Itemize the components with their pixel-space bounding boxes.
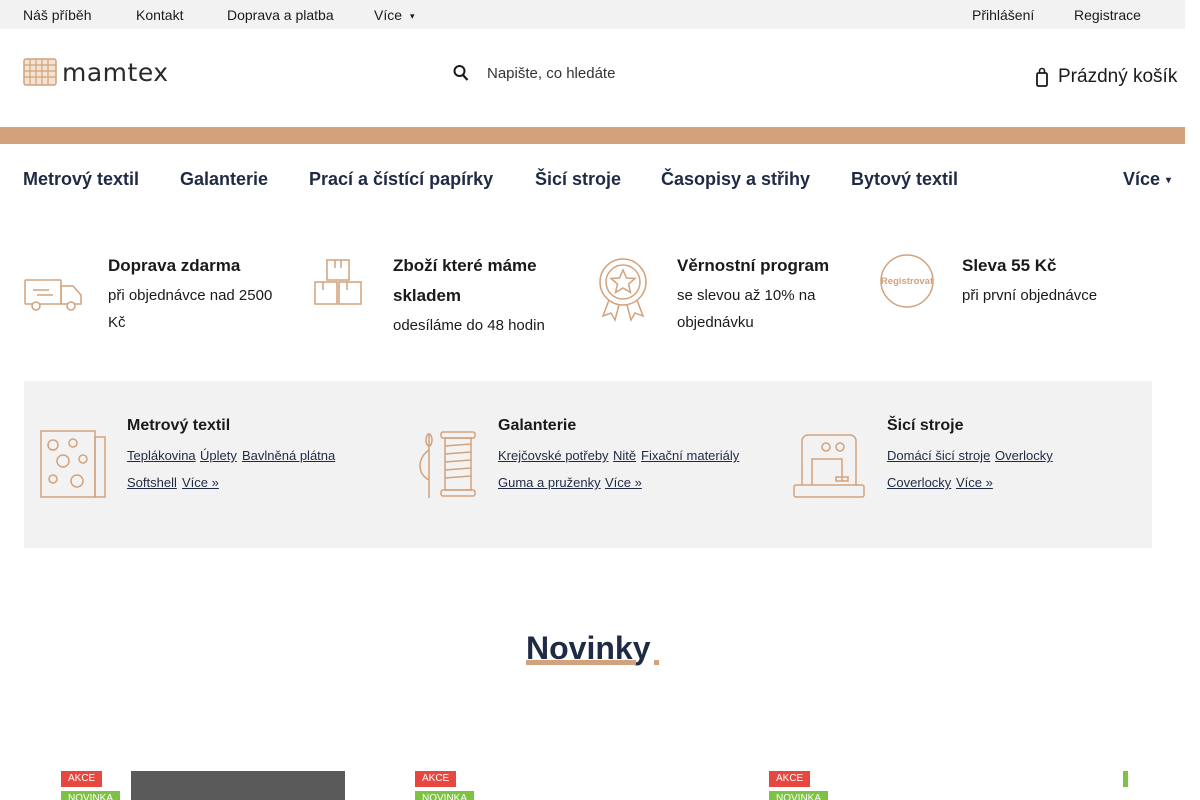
category-title-metrovy[interactable]: Metrový textil <box>127 417 230 435</box>
nav-item-metrovy-textil[interactable]: Metrový textil <box>23 169 139 190</box>
badge-novinka: NOVINKA <box>415 791 475 800</box>
nav-item-sici-stroje[interactable]: Šicí stroje <box>535 169 621 190</box>
benefit-sub-shipping-2: Kč <box>108 314 126 331</box>
boxes-icon <box>314 259 362 305</box>
benefit-sub-stock: odesíláme do 48 hodin <box>393 317 545 334</box>
nav-item-bytovy-textil[interactable]: Bytový textil <box>851 169 958 190</box>
benefit-title-loyalty: Věrnostní program <box>677 256 830 275</box>
category-link-krejcovske[interactable]: Krejčovské potřeby <box>498 448 609 463</box>
fabric-icon <box>40 430 106 498</box>
cart-button[interactable]: Prázdný košík <box>1036 66 1177 88</box>
chevron-down-icon: ▾ <box>410 11 415 21</box>
logo-text: mamtex <box>62 57 169 87</box>
award-icon <box>599 258 647 322</box>
title-underline <box>526 660 636 665</box>
badge-novinka: NOVINKA <box>61 791 121 800</box>
badge-akce: AKCE <box>415 771 457 787</box>
nav-item-galanterie[interactable]: Galanterie <box>180 169 268 190</box>
header-divider <box>0 127 1185 144</box>
category-link-coverlocky[interactable]: Coverlocky <box>887 475 951 490</box>
category-link-more-stroje[interactable]: Více » <box>956 475 993 490</box>
benefit-sub-loyalty-2: objednávku <box>677 314 754 331</box>
product-image[interactable] <box>131 771 345 800</box>
fabric-logo-icon <box>23 58 57 86</box>
delivery-truck-icon <box>24 279 82 311</box>
thread-needle-icon <box>419 431 476 498</box>
benefit-title-stock-2: skladem <box>393 286 462 305</box>
title-underline-dot <box>654 660 659 665</box>
category-title-galanterie[interactable]: Galanterie <box>498 417 576 435</box>
sewing-machine-icon <box>793 434 865 498</box>
top-link-more[interactable]: Více ▾ <box>374 7 415 23</box>
category-link-softshell[interactable]: Softshell <box>127 475 177 490</box>
benefit-title-shipping: Doprava zdarma <box>108 256 241 275</box>
nav-item-praci-papirky[interactable]: Prací a čístící papírky <box>309 169 493 190</box>
category-panel <box>24 381 1152 548</box>
top-link-story[interactable]: Náš příběh <box>23 7 91 23</box>
benefit-sub-discount: při první objednávce <box>962 287 1098 304</box>
category-link-more-galanterie[interactable]: Více » <box>605 475 642 490</box>
category-link-guma[interactable]: Guma a pruženky <box>498 475 601 490</box>
nav-item-casopisy[interactable]: Časopisy a střihy <box>661 169 810 190</box>
top-link-more-label: Více <box>374 7 403 23</box>
search-icon <box>453 65 469 81</box>
search-input[interactable]: Napište, co hledáte <box>487 65 615 82</box>
logo[interactable]: mamtex <box>22 56 169 88</box>
badge-akce: AKCE <box>61 771 103 787</box>
stamp-text: Registrovat <box>881 276 934 287</box>
nav-item-more[interactable]: Více ▾ <box>1123 169 1171 190</box>
registrovat-stamp-icon[interactable]: Registrovat <box>877 253 937 309</box>
search-box[interactable]: Napište, co hledáte <box>453 64 615 82</box>
product-marker <box>1123 771 1128 787</box>
benefit-sub-loyalty-1: se slevou až 10% na <box>677 287 816 304</box>
badge-akce: AKCE <box>769 771 811 787</box>
cart-icon <box>1036 67 1048 87</box>
category-link-uplety[interactable]: Úplety <box>200 448 237 463</box>
top-link-shipping[interactable]: Doprava a platba <box>227 7 334 23</box>
cart-label: Prázdný košík <box>1058 66 1178 87</box>
register-link[interactable]: Registrace <box>1074 7 1141 23</box>
benefit-title-discount: Sleva 55 Kč <box>962 256 1057 275</box>
category-link-domaci[interactable]: Domácí šicí stroje <box>887 448 990 463</box>
category-link-fixacni[interactable]: Fixační materiály <box>641 448 739 463</box>
category-link-bavlnena-platna[interactable]: Bavlněná plátna <box>242 448 335 463</box>
top-link-contact[interactable]: Kontakt <box>136 7 183 23</box>
login-link[interactable]: Přihlášení <box>972 7 1034 23</box>
chevron-down-icon: ▾ <box>1166 175 1172 186</box>
category-title-sici-stroje[interactable]: Šicí stroje <box>887 417 963 435</box>
benefit-title-stock-1: Zboží které máme <box>393 256 537 275</box>
benefit-sub-shipping-1: při objednávce nad 2500 <box>108 287 273 304</box>
category-link-more-textil[interactable]: Více » <box>182 475 219 490</box>
category-link-teplakovina[interactable]: Teplákovina <box>127 448 196 463</box>
top-bar: Náš příběh Kontakt Doprava a platba Více… <box>0 0 1185 29</box>
badge-novinka: NOVINKA <box>769 791 829 800</box>
category-link-nite[interactable]: Nitě <box>613 448 636 463</box>
category-link-overlocky[interactable]: Overlocky <box>995 448 1053 463</box>
nav-more-label: Více <box>1123 169 1161 189</box>
